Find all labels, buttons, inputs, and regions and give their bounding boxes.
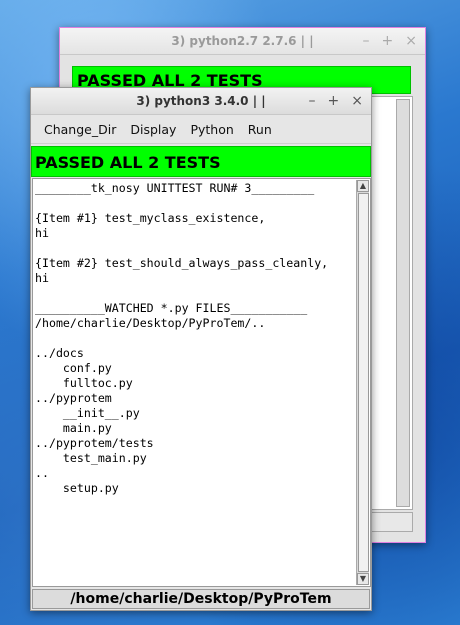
python2-scrollbar[interactable]: [396, 99, 410, 507]
output-text-pane[interactable]: ________tk_nosy UNITTEST RUN# 3_________…: [32, 178, 371, 587]
python2-window-title: 3) python2.7 2.7.6 | |: [171, 34, 314, 48]
minimize-icon[interactable]: –: [309, 94, 316, 108]
python3-window[interactable]: 3) python3 3.4.0 | | – + × Change_Dir Di…: [30, 87, 372, 611]
menu-display[interactable]: Display: [123, 122, 183, 137]
maximize-icon[interactable]: +: [382, 34, 394, 48]
menu-change-dir[interactable]: Change_Dir: [37, 122, 123, 137]
vertical-scrollbar[interactable]: ▲ ▼: [356, 180, 369, 585]
scroll-up-arrow-icon[interactable]: ▲: [357, 180, 369, 192]
python3-titlebar[interactable]: 3) python3 3.4.0 | | – + ×: [31, 88, 371, 115]
python2-output-pane[interactable]: [370, 96, 413, 510]
close-icon[interactable]: ×: [351, 94, 363, 108]
python2-status-bar: [370, 512, 413, 532]
python3-test-result-banner: PASSED ALL 2 TESTS: [31, 146, 371, 177]
current-directory-status: /home/charlie/Desktop/PyProTem: [32, 589, 370, 609]
python3-window-title: 3) python3 3.4.0 | |: [136, 94, 266, 108]
scrollbar-thumb[interactable]: [358, 193, 369, 572]
maximize-icon[interactable]: +: [328, 94, 340, 108]
menu-run[interactable]: Run: [241, 122, 279, 137]
output-text[interactable]: ________tk_nosy UNITTEST RUN# 3_________…: [35, 179, 356, 586]
python2-titlebar[interactable]: 3) python2.7 2.7.6 | | – + ×: [60, 28, 425, 55]
menu-python[interactable]: Python: [183, 122, 240, 137]
scroll-down-arrow-icon[interactable]: ▼: [357, 573, 369, 585]
menu-bar: Change_Dir Display Python Run: [31, 115, 371, 144]
minimize-icon[interactable]: –: [363, 34, 370, 48]
close-icon[interactable]: ×: [405, 34, 417, 48]
